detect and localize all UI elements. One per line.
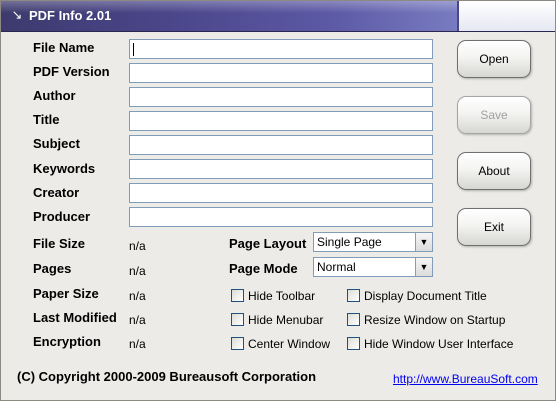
center-window-checkbox[interactable] bbox=[231, 337, 244, 350]
file-size-label: File Size bbox=[33, 236, 86, 251]
file-size-value: n/a bbox=[129, 239, 146, 253]
about-button[interactable]: About bbox=[457, 152, 531, 190]
display-document-title-checkbox[interactable] bbox=[347, 289, 360, 302]
file-name-label: File Name bbox=[33, 40, 95, 55]
title-field[interactable] bbox=[129, 111, 433, 131]
keywords-field[interactable] bbox=[129, 159, 433, 179]
save-button[interactable]: Save bbox=[457, 96, 531, 134]
pdf-version-field[interactable] bbox=[129, 63, 433, 83]
paper-size-label: Paper Size bbox=[33, 286, 99, 301]
encryption-label: Encryption bbox=[33, 334, 101, 349]
subject-field[interactable] bbox=[129, 135, 433, 155]
producer-field[interactable] bbox=[129, 207, 433, 227]
subject-label: Subject bbox=[33, 136, 80, 151]
author-label: Author bbox=[33, 88, 76, 103]
hide-menubar-checkbox[interactable] bbox=[231, 313, 244, 326]
hide-toolbar-label[interactable]: Hide Toolbar bbox=[248, 288, 315, 304]
display-document-title-label[interactable]: Display Document Title bbox=[364, 288, 487, 304]
creator-field[interactable] bbox=[129, 183, 433, 203]
author-field[interactable] bbox=[129, 87, 433, 107]
encryption-value: n/a bbox=[129, 337, 146, 351]
paper-size-value: n/a bbox=[129, 289, 146, 303]
pdf-version-label: PDF Version bbox=[33, 64, 110, 79]
title-bar-controls-area bbox=[457, 1, 555, 31]
producer-label: Producer bbox=[33, 209, 91, 224]
page-layout-select[interactable]: Single Page ▼ bbox=[313, 232, 433, 252]
last-modified-value: n/a bbox=[129, 313, 146, 327]
resize-window-on-startup-checkbox[interactable] bbox=[347, 313, 360, 326]
page-mode-value: Normal bbox=[317, 260, 356, 274]
page-mode-label: Page Mode bbox=[229, 261, 298, 276]
keywords-label: Keywords bbox=[33, 161, 96, 176]
hide-menubar-label[interactable]: Hide Menubar bbox=[248, 312, 323, 328]
window-title: PDF Info 2.01 bbox=[29, 8, 112, 23]
title-bar[interactable]: ↘ PDF Info 2.01 bbox=[1, 1, 555, 32]
last-modified-label: Last Modified bbox=[33, 310, 117, 325]
open-button[interactable]: Open bbox=[457, 40, 531, 78]
copyright-text: (C) Copyright 2000-2009 Bureausoft Corpo… bbox=[17, 369, 317, 384]
hide-window-user-interface-checkbox[interactable] bbox=[347, 337, 360, 350]
pages-value: n/a bbox=[129, 264, 146, 278]
page-layout-label: Page Layout bbox=[229, 236, 307, 251]
text-caret bbox=[133, 43, 134, 56]
creator-label: Creator bbox=[33, 185, 80, 200]
resize-window-on-startup-label[interactable]: Resize Window on Startup bbox=[364, 312, 505, 328]
file-name-field[interactable] bbox=[129, 39, 433, 59]
website-link[interactable]: http://www.BureauSoft.com bbox=[393, 371, 538, 387]
title-label: Title bbox=[33, 112, 60, 127]
pdf-app-icon[interactable]: ↘ bbox=[9, 7, 25, 23]
exit-button[interactable]: Exit bbox=[457, 208, 531, 246]
pages-label: Pages bbox=[33, 261, 72, 276]
hide-toolbar-checkbox[interactable] bbox=[231, 289, 244, 302]
center-window-label[interactable]: Center Window bbox=[248, 336, 330, 352]
chevron-down-icon[interactable]: ▼ bbox=[415, 233, 432, 251]
pdf-info-window: ↘ PDF Info 2.01 File Name PDF Version Au… bbox=[0, 0, 556, 401]
page-mode-select[interactable]: Normal ▼ bbox=[313, 257, 433, 277]
chevron-down-icon[interactable]: ▼ bbox=[415, 258, 432, 276]
page-layout-value: Single Page bbox=[317, 235, 382, 249]
hide-window-user-interface-label[interactable]: Hide Window User Interface bbox=[364, 336, 513, 352]
